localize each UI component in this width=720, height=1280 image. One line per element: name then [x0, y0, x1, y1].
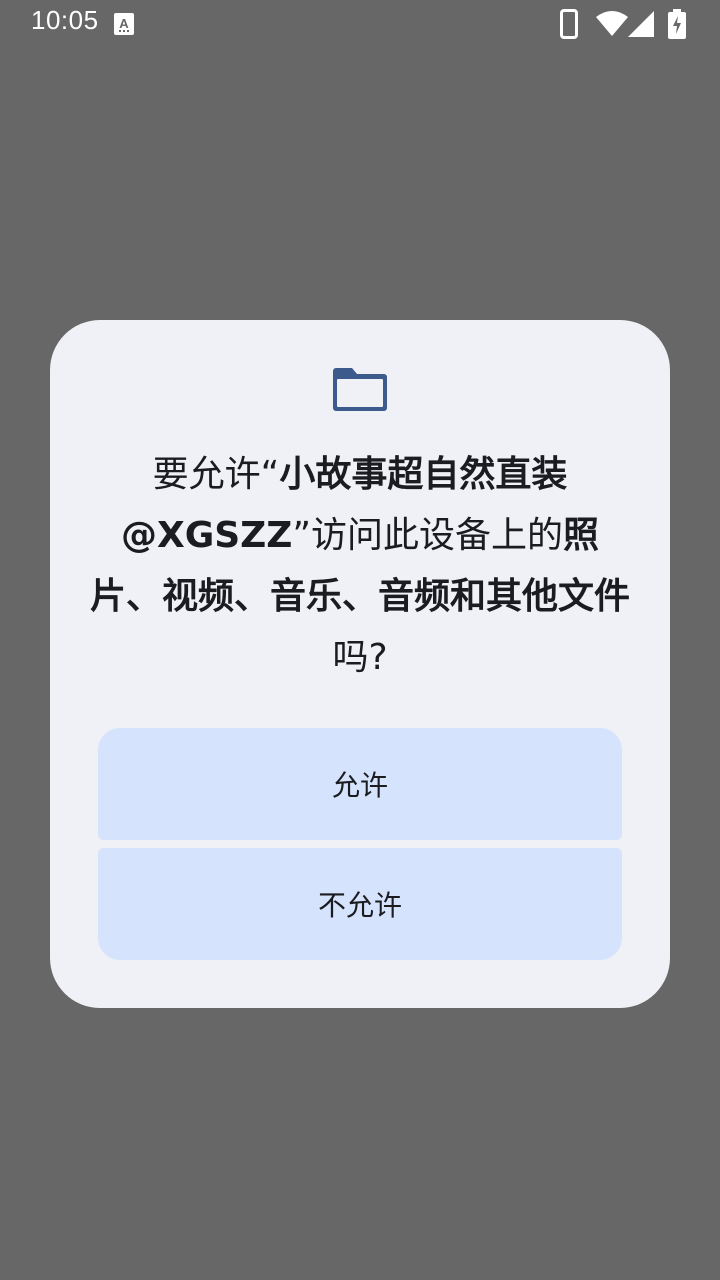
- phone-icon: [560, 9, 578, 43]
- battery-charging-icon: [668, 9, 686, 43]
- cellular-signal-icon: [628, 11, 654, 41]
- status-bar: 10:05 A: [0, 0, 720, 48]
- allow-button-label: 允许: [331, 769, 388, 802]
- app-name: 小故事超自然直装: [279, 454, 568, 495]
- status-icons: [520, 9, 720, 41]
- message-middle: ”访问此设备上的: [292, 515, 564, 556]
- status-time: 10:05: [31, 5, 99, 35]
- svg-text:A: A: [119, 16, 129, 31]
- allow-button[interactable]: 允许: [98, 728, 622, 840]
- app-name-suffix: @XGSZZ: [120, 515, 293, 556]
- permission-dialog: 要允许“小故事超自然直装 @XGSZZ”访问此设备上的照片、视频、音乐、音频和其他…: [50, 320, 670, 1008]
- folder-icon: [332, 366, 388, 412]
- message-suffix: 吗?: [332, 637, 388, 678]
- deny-button[interactable]: 不允许: [98, 848, 622, 960]
- deny-button-label: 不允许: [317, 889, 402, 922]
- screen: 10:05 A 要允许“小故事超自然直装 @XGSZZ”访问此设备上的照片、视频…: [0, 0, 720, 1280]
- wifi-icon: [596, 11, 628, 41]
- message-prefix: 要允许“: [152, 454, 280, 495]
- permission-message: 要允许“小故事超自然直装 @XGSZZ”访问此设备上的照片、视频、音乐、音频和其他…: [90, 444, 630, 688]
- text-a-icon: A: [114, 13, 134, 39]
